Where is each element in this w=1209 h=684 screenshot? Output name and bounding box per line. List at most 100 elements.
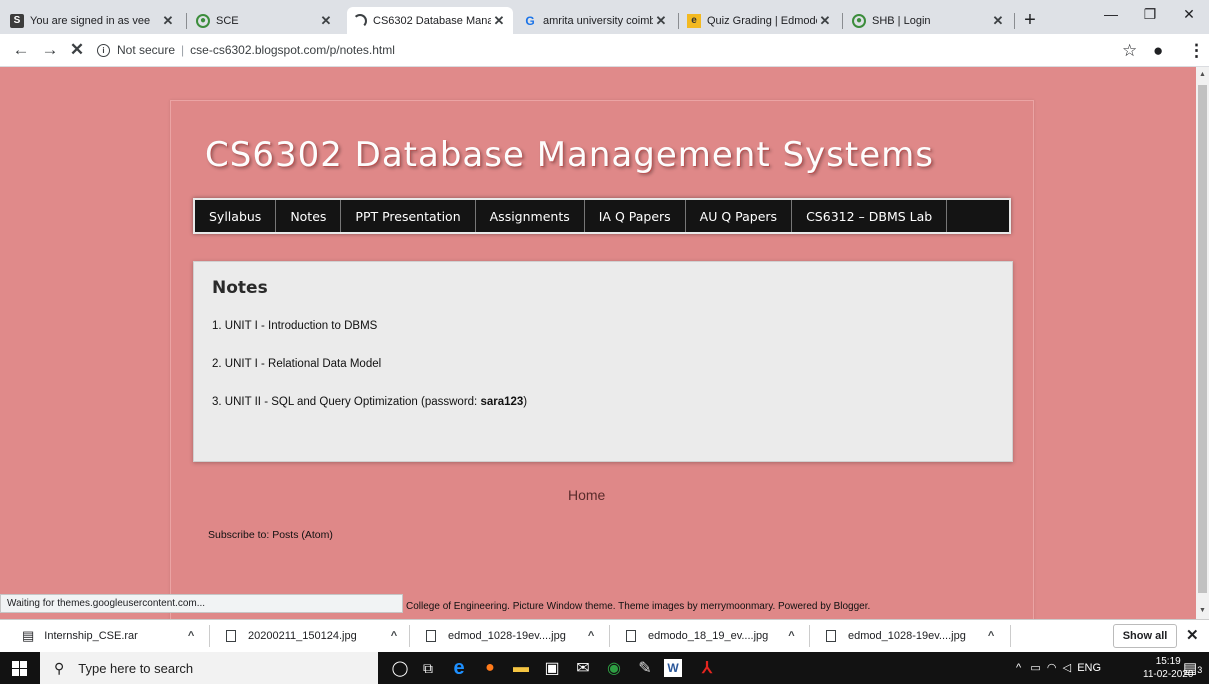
tab-title: SHB | Login: [872, 14, 931, 27]
windows-taskbar: ⚲ Type here to search ◯ ⧉ e ● ▬ ▣ ✉ ◉ ✎ …: [0, 652, 1209, 684]
system-tray[interactable]: ^ ▭ ◠ ◁ ENG: [1016, 661, 1101, 674]
footer-attribution: College of Engineering. Picture Window t…: [406, 601, 871, 612]
image-file-icon: [226, 630, 236, 642]
notification-center-icon[interactable]: ▤3: [1183, 659, 1202, 677]
menu-item-dbms-lab[interactable]: CS6312 – DBMS Lab: [792, 200, 948, 232]
close-icon[interactable]: ✕: [318, 13, 334, 29]
chevron-up-icon[interactable]: ^: [988, 630, 994, 642]
blogger-s-icon: S: [10, 13, 24, 28]
store-icon[interactable]: ▣: [540, 657, 564, 679]
close-icon[interactable]: ✕: [817, 13, 833, 29]
status-bubble: Waiting for themes.googleusercontent.com…: [0, 594, 403, 613]
menu-item-notes[interactable]: Notes: [276, 200, 342, 232]
subscribe-link[interactable]: Subscribe to: Posts (Atom): [208, 529, 333, 541]
chevron-up-icon[interactable]: ^: [188, 630, 194, 642]
post-title: Notes: [212, 278, 268, 298]
tab-divider: [678, 13, 679, 29]
firefox-icon[interactable]: ●: [478, 657, 502, 679]
divider: [209, 625, 210, 647]
download-filename: Internship_CSE.rar: [44, 630, 138, 642]
edge-icon[interactable]: e: [447, 657, 471, 679]
tab-edmodo[interactable]: e Quiz Grading | Edmodo ✕: [681, 7, 839, 34]
menu-item-ia-q-papers[interactable]: IA Q Papers: [585, 200, 686, 232]
cortana-icon[interactable]: ◯: [388, 657, 412, 679]
menu-item-au-q-papers[interactable]: AU Q Papers: [686, 200, 793, 232]
loading-icon: [353, 13, 367, 28]
bookmark-star-icon[interactable]: ☆: [1122, 41, 1137, 61]
home-link[interactable]: Home: [568, 487, 605, 503]
mail-icon[interactable]: ✉: [571, 657, 595, 679]
tab-cs6302-active[interactable]: CS6302 Database Mana ✕: [347, 7, 513, 34]
browser-toolbar: ← → ✕ i Not secure | cse-cs6302.blogspot…: [0, 34, 1209, 67]
menu-kebab-icon[interactable]: ⋮: [1188, 41, 1205, 61]
scroll-thumb[interactable]: [1198, 85, 1207, 593]
download-filename: edmod_1028-19ev....jpg: [848, 630, 966, 642]
close-icon[interactable]: ✕: [491, 13, 507, 29]
new-tab-button[interactable]: +: [1018, 9, 1042, 32]
chevron-up-icon[interactable]: ^: [588, 630, 594, 642]
page-scrollbar[interactable]: ▲ ▼: [1196, 67, 1209, 619]
address-bar[interactable]: i Not secure | cse-cs6302.blogspot.com/p…: [97, 43, 395, 57]
acrobat-icon[interactable]: ⅄: [695, 657, 719, 679]
download-item[interactable]: edmod_1028-19ev....jpg ^: [826, 620, 994, 652]
scroll-down-icon[interactable]: ▼: [1198, 607, 1207, 614]
tab-title: SCE: [216, 14, 239, 27]
task-view-icon[interactable]: ⧉: [416, 657, 440, 679]
download-item[interactable]: edmodo_18_19_ev....jpg ^: [626, 620, 795, 652]
tab-sce[interactable]: ● SCE ✕: [190, 7, 340, 34]
divider: [609, 625, 610, 647]
note-link-with-password[interactable]: 3. UNIT II - SQL and Query Optimization …: [212, 396, 527, 408]
menu-item-assignments[interactable]: Assignments: [476, 200, 585, 232]
tab-divider: [842, 13, 843, 29]
profile-icon[interactable]: ●: [1153, 41, 1163, 61]
info-icon[interactable]: i: [97, 43, 110, 57]
tab-shb-login[interactable]: ● SHB | Login ✕: [846, 7, 1012, 34]
file-explorer-icon[interactable]: ▬: [509, 657, 533, 679]
menu-item-syllabus[interactable]: Syllabus: [195, 200, 277, 232]
windows-start-icon[interactable]: [12, 661, 27, 676]
back-arrow-icon[interactable]: ←: [11, 40, 31, 60]
show-all-button[interactable]: Show all: [1113, 624, 1177, 648]
chevron-up-icon[interactable]: ^: [391, 630, 397, 642]
tab-blogger[interactable]: S You are signed in as vee ✕: [4, 7, 182, 34]
password-text: sara123: [480, 396, 524, 408]
word-icon[interactable]: W: [664, 659, 682, 677]
close-icon[interactable]: ✕: [1186, 626, 1199, 644]
chrome-icon[interactable]: ◉: [602, 657, 626, 679]
close-window-icon[interactable]: ✕: [1174, 6, 1204, 23]
chevron-up-icon[interactable]: ^: [788, 630, 794, 642]
download-item[interactable]: edmod_1028-19ev....jpg ^: [426, 620, 594, 652]
battery-icon[interactable]: ▭: [1030, 662, 1040, 674]
tab-divider: [1014, 13, 1015, 29]
note-suffix: ): [523, 396, 528, 408]
chevron-up-icon[interactable]: ^: [1016, 662, 1021, 674]
wifi-icon[interactable]: ◠: [1047, 662, 1057, 674]
download-item[interactable]: 20200211_150124.jpg ^: [226, 620, 397, 652]
close-icon[interactable]: ✕: [653, 13, 669, 29]
language-indicator[interactable]: ENG: [1077, 662, 1101, 674]
stop-loading-icon[interactable]: ✕: [67, 40, 87, 60]
tab-amrita[interactable]: G amrita university coimb ✕: [517, 7, 675, 34]
downloads-bar: ▤ Internship_CSE.rar ^ 20200211_150124.j…: [0, 619, 1209, 652]
google-g-icon: G: [525, 13, 535, 28]
volume-icon[interactable]: ◁: [1063, 662, 1071, 674]
paint-icon[interactable]: ✎: [633, 657, 657, 679]
restore-icon[interactable]: ❐: [1135, 6, 1165, 23]
note-link[interactable]: 2. UNIT I - Relational Data Model: [212, 358, 381, 370]
divider: |: [181, 43, 185, 57]
menu-item-ppt-presentation[interactable]: PPT Presentation: [341, 200, 476, 232]
close-icon[interactable]: ✕: [990, 13, 1006, 29]
note-link[interactable]: 1. UNIT I - Introduction to DBMS: [212, 320, 377, 332]
globe-icon: ●: [852, 13, 866, 28]
scroll-up-icon[interactable]: ▲: [1198, 71, 1207, 78]
taskbar-search-box[interactable]: ⚲ Type here to search: [40, 652, 378, 684]
blog-title[interactable]: CS6302 Database Management Systems: [205, 135, 934, 175]
tab-title: Quiz Grading | Edmodo: [707, 14, 817, 27]
forward-arrow-icon[interactable]: →: [40, 40, 60, 60]
download-item[interactable]: ▤ Internship_CSE.rar ^: [22, 620, 194, 652]
close-icon[interactable]: ✕: [160, 13, 176, 29]
url-text[interactable]: cse-cs6302.blogspot.com/p/notes.html: [190, 43, 395, 57]
page-viewport: CS6302 Database Management Systems Sylla…: [0, 67, 1196, 619]
minimize-icon[interactable]: —: [1096, 6, 1126, 22]
browser-tab-strip: S You are signed in as vee ✕ ● SCE ✕ CS6…: [0, 0, 1209, 34]
